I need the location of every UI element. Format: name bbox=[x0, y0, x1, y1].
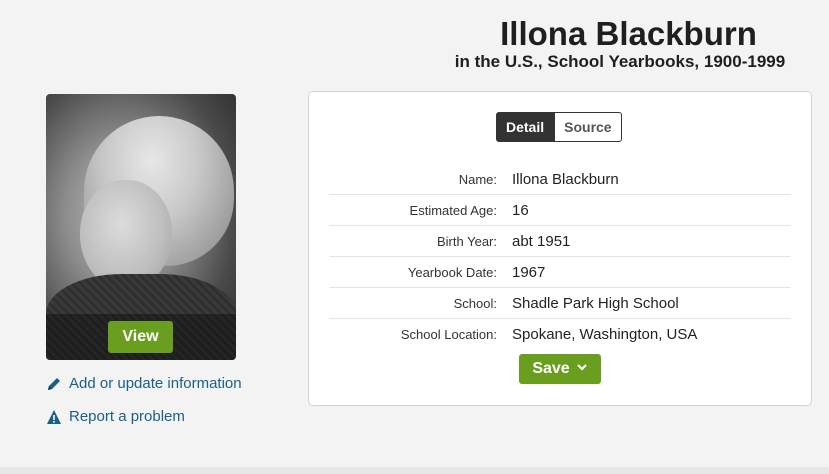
page-title: Illona Blackburn bbox=[500, 15, 757, 52]
detail-label: Name: bbox=[458, 171, 497, 187]
tab-detail[interactable]: Detail bbox=[496, 112, 555, 142]
detail-label: Birth Year: bbox=[437, 233, 497, 249]
detail-row-yearbook-date: Yearbook Date: 1967 bbox=[329, 257, 791, 288]
save-label: Save bbox=[532, 360, 570, 377]
record-header: Illona Blackburn in the U.S., School Yea… bbox=[435, 14, 805, 72]
report-problem-link[interactable]: Report a problem bbox=[46, 408, 185, 425]
tab-source[interactable]: Source bbox=[554, 112, 622, 142]
detail-value: 1967 bbox=[512, 263, 546, 281]
report-problem-label: Report a problem bbox=[69, 408, 185, 425]
chevron-down-icon bbox=[576, 360, 588, 378]
detail-label: Yearbook Date: bbox=[407, 264, 497, 280]
pencil-icon bbox=[46, 376, 62, 392]
detail-value: Shadle Park High School bbox=[512, 294, 679, 312]
details-table: Name: Illona Blackburn Estimated Age: 16… bbox=[329, 164, 791, 349]
save-button[interactable]: Save bbox=[519, 354, 601, 384]
collection-subtitle: in the U.S., School Yearbooks, 1900-1999 bbox=[454, 52, 786, 71]
detail-source-tabs: Detail Source bbox=[496, 112, 622, 142]
add-update-link[interactable]: Add or update information bbox=[46, 375, 242, 392]
detail-value: 16 bbox=[512, 201, 529, 219]
record-card: Detail Source Name: Illona Blackburn Est… bbox=[308, 91, 812, 406]
detail-value: Spokane, Washington, USA bbox=[512, 325, 698, 343]
view-button[interactable]: View bbox=[108, 321, 173, 353]
detail-row-estimated-age: Estimated Age: 16 bbox=[329, 195, 791, 226]
detail-row-school-location: School Location: Spokane, Washington, US… bbox=[329, 319, 791, 349]
add-update-label: Add or update information bbox=[69, 375, 242, 392]
detail-row-school: School: Shadle Park High School bbox=[329, 288, 791, 319]
yearbook-photo[interactable]: View bbox=[46, 94, 236, 360]
warning-icon bbox=[46, 409, 62, 425]
detail-label: School Location: bbox=[400, 326, 497, 342]
detail-row-birth-year: Birth Year: abt 1951 bbox=[329, 226, 791, 257]
detail-row-name: Name: Illona Blackburn bbox=[329, 164, 791, 195]
detail-value: Illona Blackburn bbox=[512, 170, 619, 188]
detail-label: School: bbox=[453, 295, 497, 311]
page-footer-band bbox=[0, 467, 829, 474]
detail-label: Estimated Age: bbox=[409, 202, 497, 218]
detail-value: abt 1951 bbox=[512, 232, 571, 250]
